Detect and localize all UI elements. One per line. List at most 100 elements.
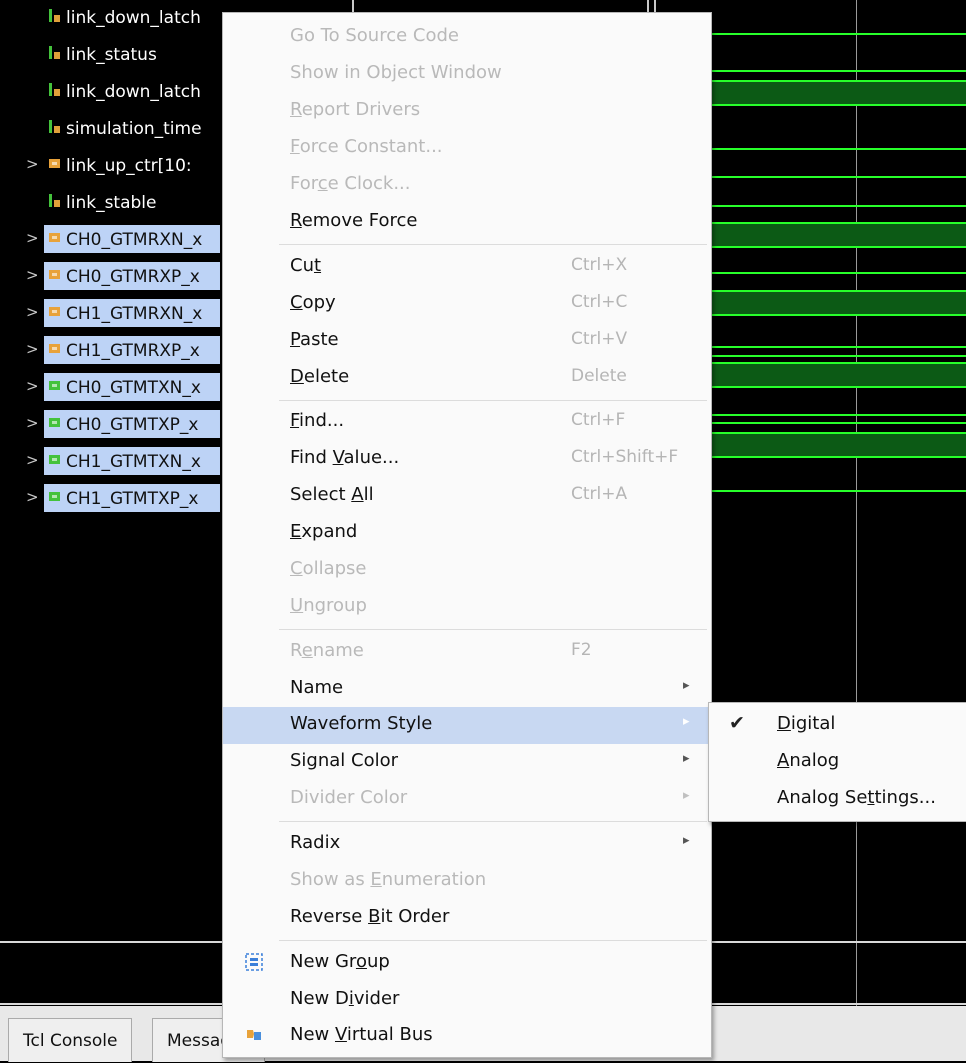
expand-chevron-icon[interactable]: > (26, 340, 39, 358)
submenu-digital[interactable]: ✔ Digital (709, 707, 966, 744)
menu-item-label: Expand (290, 521, 358, 542)
menu-item-label: Cut (290, 255, 322, 276)
menu-item-label: Signal Color (290, 750, 399, 771)
signal-bit-icon (49, 46, 60, 59)
expand-chevron-icon[interactable]: > (26, 266, 39, 284)
menu-item-label: Analog (777, 750, 840, 771)
menu-find-value[interactable]: Find Value... Ctrl+Shift+F (223, 441, 711, 478)
menu-item-label: Digital (777, 713, 836, 734)
menu-item-label: Force Clock... (290, 173, 411, 194)
menu-report-drivers[interactable]: Report Drivers (223, 93, 711, 130)
menu-force-constant[interactable]: Force Constant... (223, 130, 711, 167)
menu-show-as-enumeration[interactable]: Show as Enumeration (223, 863, 711, 900)
menu-delete[interactable]: Delete Delete (223, 360, 711, 397)
menu-item-label: Rename (290, 640, 364, 661)
expand-chevron-icon[interactable]: > (26, 229, 39, 247)
menu-ungroup[interactable]: Ungroup (223, 589, 711, 626)
signal-name: simulation_time (66, 119, 202, 139)
menu-go-to-source-code[interactable]: Go To Source Code (223, 19, 711, 56)
menu-item-label: Paste (290, 329, 339, 350)
menu-item-label: Collapse (290, 558, 367, 579)
menu-separator (279, 940, 707, 941)
menu-shortcut: Ctrl+A (571, 484, 628, 504)
signal-bus-icon (49, 307, 60, 316)
menu-item-label: Delete (290, 366, 350, 387)
menu-shortcut: F2 (571, 640, 592, 660)
expand-chevron-icon[interactable]: > (26, 303, 39, 321)
expand-chevron-icon[interactable]: > (26, 155, 39, 173)
menu-item-label: Go To Source Code (290, 25, 459, 46)
menu-copy[interactable]: Copy Ctrl+C (223, 286, 711, 323)
menu-remove-force[interactable]: Remove Force (223, 204, 711, 241)
signal-name: link_stable (66, 193, 157, 213)
menu-select-all[interactable]: Select All Ctrl+A (223, 478, 711, 515)
menu-separator (279, 629, 707, 630)
signal-bit-icon (49, 83, 60, 96)
signal-name: CH0_GTMRXN_x (66, 230, 203, 250)
menu-item-label: Find Value... (290, 447, 400, 468)
submenu-analog-settings[interactable]: Analog Settings... (709, 781, 966, 818)
menu-divider-color[interactable]: Divider Color ▸ (223, 781, 711, 818)
signal-bit-icon (49, 9, 60, 22)
signal-bus-icon (49, 455, 60, 464)
menu-item-label: Analog Settings... (777, 787, 936, 808)
menu-separator (279, 400, 707, 401)
menu-waveform-style[interactable]: Waveform Style ▸ (223, 707, 711, 744)
submenu-arrow-icon: ▸ (683, 788, 690, 803)
signal-name: link_up_ctr[10: (66, 156, 192, 176)
menu-radix[interactable]: Radix ▸ (223, 826, 711, 863)
menu-item-label: Select All (290, 484, 374, 505)
menu-item-label: Show as Enumeration (290, 869, 487, 890)
signal-bit-icon (49, 120, 60, 133)
menu-signal-color[interactable]: Signal Color ▸ (223, 744, 711, 781)
menu-item-label: New Divider (290, 988, 400, 1009)
menu-item-label: Find... (290, 410, 345, 431)
menu-new-group[interactable]: New Group (223, 945, 711, 982)
expand-chevron-icon[interactable]: > (26, 451, 39, 469)
group-icon (245, 953, 263, 971)
menu-shortcut: Ctrl+F (571, 410, 626, 430)
menu-reverse-bit-order[interactable]: Reverse Bit Order (223, 900, 711, 937)
menu-shortcut: Ctrl+X (571, 255, 628, 275)
menu-find[interactable]: Find... Ctrl+F (223, 404, 711, 441)
menu-new-virtual-bus[interactable]: New Virtual Bus (223, 1018, 711, 1055)
submenu-analog[interactable]: Analog (709, 744, 966, 781)
menu-item-label: New Virtual Bus (290, 1024, 433, 1045)
waveform-style-submenu: ✔ Digital Analog Analog Settings... (708, 702, 966, 822)
signal-name: link_down_latch (66, 82, 201, 102)
expand-chevron-icon[interactable]: > (26, 377, 39, 395)
menu-item-label: New Group (290, 951, 390, 972)
signal-name: CH1_GTMTXN_x (66, 452, 201, 472)
signal-name: link_down_latch (66, 8, 201, 28)
menu-separator (279, 821, 707, 822)
menu-name[interactable]: Name ▸ (223, 671, 711, 708)
signal-name: CH1_GTMRXP_x (66, 341, 200, 361)
menu-collapse[interactable]: Collapse (223, 552, 711, 589)
expand-chevron-icon[interactable]: > (26, 488, 39, 506)
menu-shortcut: Ctrl+V (571, 329, 628, 349)
menu-item-label: Waveform Style (290, 713, 433, 734)
menu-paste[interactable]: Paste Ctrl+V (223, 323, 711, 360)
submenu-arrow-icon: ▸ (683, 714, 690, 729)
menu-item-label: Radix (290, 832, 341, 853)
menu-rename[interactable]: Rename F2 (223, 634, 711, 671)
menu-new-divider[interactable]: New Divider (223, 982, 711, 1019)
menu-expand[interactable]: Expand (223, 515, 711, 552)
signal-name: CH0_GTMTXN_x (66, 378, 201, 398)
signal-bus-icon (49, 270, 60, 279)
signal-bus-icon (49, 233, 60, 242)
signal-name: CH0_GTMRXP_x (66, 267, 200, 287)
signal-bit-icon (49, 194, 60, 207)
tab-tcl-console[interactable]: Tcl Console (8, 1018, 133, 1062)
signal-name: CH0_GTMTXP_x (66, 415, 199, 435)
menu-force-clock[interactable]: Force Clock... (223, 167, 711, 204)
submenu-arrow-icon: ▸ (683, 751, 690, 766)
menu-shortcut: Ctrl+Shift+F (571, 447, 679, 467)
menu-show-in-object-window[interactable]: Show in Object Window (223, 56, 711, 93)
menu-cut[interactable]: Cut Ctrl+X (223, 249, 711, 286)
signal-bus-icon (49, 492, 60, 501)
menu-item-label: Show in Object Window (290, 62, 502, 83)
signal-bus-icon (49, 418, 60, 427)
expand-chevron-icon[interactable]: > (26, 414, 39, 432)
menu-item-label: Divider Color (290, 787, 408, 808)
